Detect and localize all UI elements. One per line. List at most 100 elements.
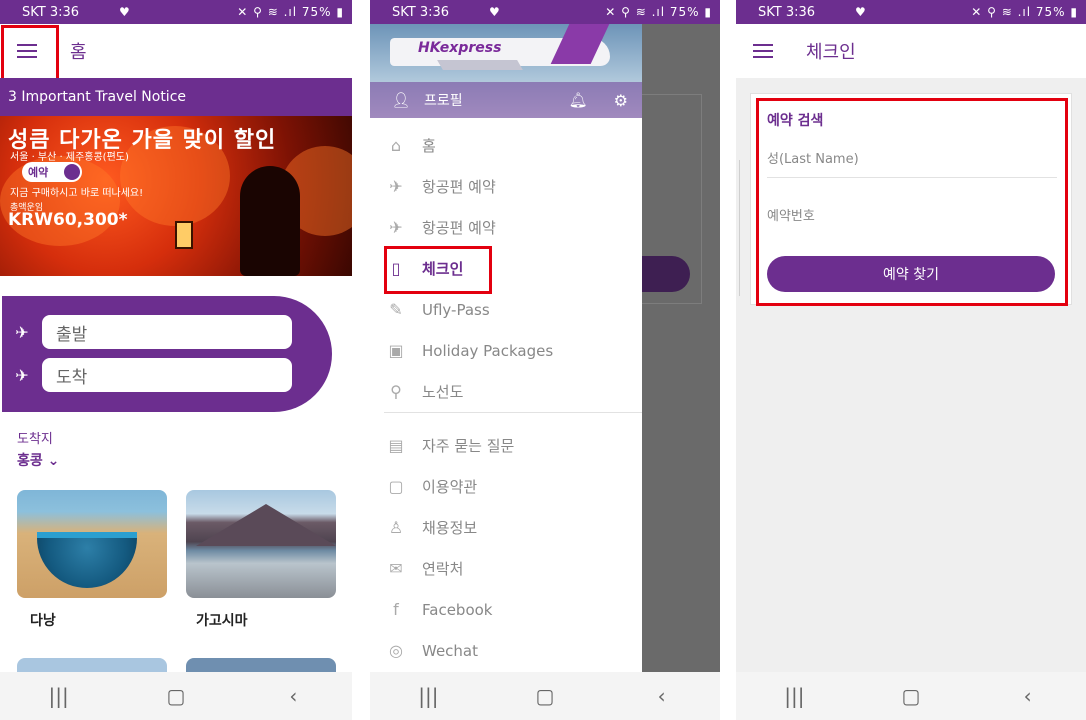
app-bar: 홈: [0, 24, 352, 78]
drawer-item-5[interactable]: ✎ Ufly-Pass: [370, 289, 642, 330]
booking-search-form: 예약 검색 성(Last Name) 예약번호 예약 찾기: [750, 93, 1072, 305]
toggle-knob: [64, 164, 80, 180]
drawer-item-12[interactable]: f Facebook: [370, 589, 642, 630]
brand-logo: HKexpress: [418, 40, 502, 56]
heart-icon: ♥: [119, 5, 130, 19]
drawer-item-1[interactable]: ⌂ 홈: [370, 125, 642, 166]
recent-apps-icon[interactable]: |||: [764, 684, 824, 708]
profile-link[interactable]: 프로필: [424, 90, 463, 110]
page-title: 홈: [70, 42, 87, 63]
plane-icon: ✈: [389, 218, 403, 237]
drawer-item-2[interactable]: ✈ 항공편 예약: [370, 166, 642, 207]
phone-check-icon: ▯: [391, 259, 401, 278]
last-name-input[interactable]: 성(Last Name): [767, 138, 1057, 178]
home-nav-icon[interactable]: ▢: [881, 684, 941, 708]
system-nav-bar: ||| ▢ ‹: [0, 672, 352, 720]
chat-icon: ▤: [388, 436, 404, 455]
hamburger-menu-icon[interactable]: [0, 24, 54, 78]
banner-cities: 서울 · 부산 · 제주홍콩(편도): [10, 152, 129, 163]
toggle-label: 예약: [28, 166, 49, 179]
profile-bar: 👤︎ 프로필 🔔︎ ⚙: [370, 82, 642, 118]
banner-booking-toggle[interactable]: 예약: [22, 162, 82, 182]
checkin-screen: SKT 3:36 ♥ ✕ ⚲ ≋ .ıl 75% ▮ 체크인 예약 검색 성(L…: [736, 0, 1086, 720]
status-icons: ✕ ⚲ ≋ .ıl 75% ▮: [971, 5, 1078, 19]
drawer-item-label: Facebook: [422, 600, 493, 619]
plane-takeoff-icon: ✈: [389, 177, 403, 196]
banner-price: KRW60,300*: [8, 210, 128, 230]
gear-icon[interactable]: ⚙: [614, 91, 628, 110]
status-bar: SKT 3:36 ♥ ✕ ⚲ ≋ .ıl 75% ▮: [736, 0, 1086, 24]
app-bar: 체크인: [736, 24, 1086, 78]
drawer-item-10[interactable]: ♙ 채용정보: [370, 507, 642, 548]
carrier-time: SKT 3:36: [392, 4, 450, 20]
heart-icon: ♥: [855, 5, 866, 19]
drawer-item-9[interactable]: ▢ 이용약관: [370, 466, 642, 507]
recent-apps-icon[interactable]: |||: [398, 684, 458, 708]
menu-drawer-screen: SKT 3:36 ♥ ✕ ⚲ ≋ .ıl 75% ▮ HKexpress 👤︎ …: [370, 0, 720, 720]
bell-icon[interactable]: 🔔︎: [569, 91, 588, 109]
person-icon[interactable]: 👤︎: [386, 91, 416, 109]
carrier-time: SKT 3:36: [22, 4, 80, 20]
drawer-item-label: 체크인: [422, 260, 464, 278]
form-title: 예약 검색: [767, 113, 824, 129]
envelope-icon: ✉: [389, 559, 403, 578]
recent-apps-icon[interactable]: |||: [29, 684, 89, 708]
person-add-icon: ♙: [388, 518, 404, 537]
plane-landing-icon: ✈: [15, 365, 29, 385]
flight-search-panel: ✈ 출발 ✈ 도착: [2, 296, 332, 412]
back-icon[interactable]: ‹: [998, 684, 1058, 708]
page-title: 체크인: [806, 42, 856, 63]
departure-input[interactable]: 출발: [42, 315, 292, 349]
home-nav-icon[interactable]: ▢: [146, 684, 206, 708]
drawer-item-6[interactable]: ▣ Holiday Packages: [370, 330, 642, 371]
arrival-input[interactable]: 도착: [42, 358, 292, 392]
drawer-item-7[interactable]: ⚲ 노선도: [370, 371, 642, 412]
booking-number-input[interactable]: 예약번호: [767, 194, 1057, 234]
drawer-item-label: 자주 묻는 질문: [422, 437, 515, 455]
menu-divider: [384, 412, 642, 413]
ticket-pen-icon: ✎: [389, 300, 403, 319]
back-icon[interactable]: ‹: [632, 684, 692, 708]
back-icon[interactable]: ‹: [263, 684, 323, 708]
carrier-time: SKT 3:36: [758, 4, 816, 20]
drawer-item-13[interactable]: ◎ Wechat: [370, 630, 642, 671]
heart-icon: ♥: [489, 5, 500, 19]
system-nav-bar: ||| ▢ ‹: [736, 672, 1086, 720]
drawer-item-label: 항공편 예약: [422, 178, 496, 196]
hamburger-menu-icon[interactable]: [736, 24, 790, 78]
drawer-item-label: 항공편 예약: [422, 219, 496, 237]
drawer-item-8[interactable]: ▤ 자주 묻는 질문: [370, 425, 642, 466]
banner-promo-text: 지금 구매하시고 바로 떠나세요!: [10, 188, 144, 199]
nav-drawer: HKexpress 👤︎ 프로필 🔔︎ ⚙ ⌂ 홈 ✈ 항공편 예약 ✈ 항공편 예약 ▯ 체…: [370, 24, 642, 720]
drawer-item-3[interactable]: ✈ 항공편 예약: [370, 207, 642, 248]
card-label-kagoshima: 가고시마: [196, 613, 248, 629]
card-label-danang: 다낭: [30, 613, 56, 629]
status-bar: SKT 3:36 ♥ ✕ ⚲ ≋ .ıl 75% ▮: [0, 0, 352, 24]
home-screen: SKT 3:36 ♥ ✕ ⚲ ≋ .ıl 75% ▮ 홈 3 Important…: [0, 0, 352, 720]
status-bar: SKT 3:36 ♥ ✕ ⚲ ≋ .ıl 75% ▮: [370, 0, 720, 24]
drawer-item-label: 이용약관: [422, 478, 478, 496]
drawer-item-label: Wechat: [422, 641, 479, 660]
destination-card-danang[interactable]: [17, 490, 167, 598]
system-nav-bar: ||| ▢ ‹: [370, 672, 720, 720]
home-nav-icon[interactable]: ▢: [515, 684, 575, 708]
drawer-item-11[interactable]: ✉ 연락처: [370, 548, 642, 589]
drawer-item-4[interactable]: ▯ 체크인: [370, 248, 642, 289]
promo-banner[interactable]: 성큼 다가온 가을 맞이 할인 서울 · 부산 · 제주홍콩(편도) 예약 지금…: [0, 116, 352, 276]
drawer-item-label: 연락처: [422, 560, 464, 578]
drawer-header: HKexpress 👤︎ 프로필 🔔︎ ⚙: [370, 24, 642, 118]
travel-notice-bar[interactable]: 3 Important Travel Notice: [0, 78, 352, 116]
find-booking-button[interactable]: 예약 찾기: [767, 256, 1055, 292]
destination-select[interactable]: 홍콩 ⌄: [17, 450, 59, 470]
luggage-icon: ▣: [388, 341, 404, 360]
home-icon: ⌂: [390, 136, 402, 155]
wechat-icon: ◎: [389, 641, 403, 660]
lantern-icon: [175, 221, 193, 249]
destination-card-kagoshima[interactable]: [186, 490, 336, 598]
status-icons: ✕ ⚲ ≋ .ıl 75% ▮: [237, 5, 344, 19]
drawer-scrim[interactable]: [642, 24, 720, 720]
plane-takeoff-icon: ✈: [15, 322, 29, 342]
drawer-menu: ⌂ 홈 ✈ 항공편 예약 ✈ 항공편 예약 ▯ 체크인 ✎ Ufly-Pass ▣ Holiday P…: [370, 125, 642, 671]
drawer-item-label: Holiday Packages: [422, 341, 554, 360]
facebook-icon: f: [393, 600, 399, 619]
